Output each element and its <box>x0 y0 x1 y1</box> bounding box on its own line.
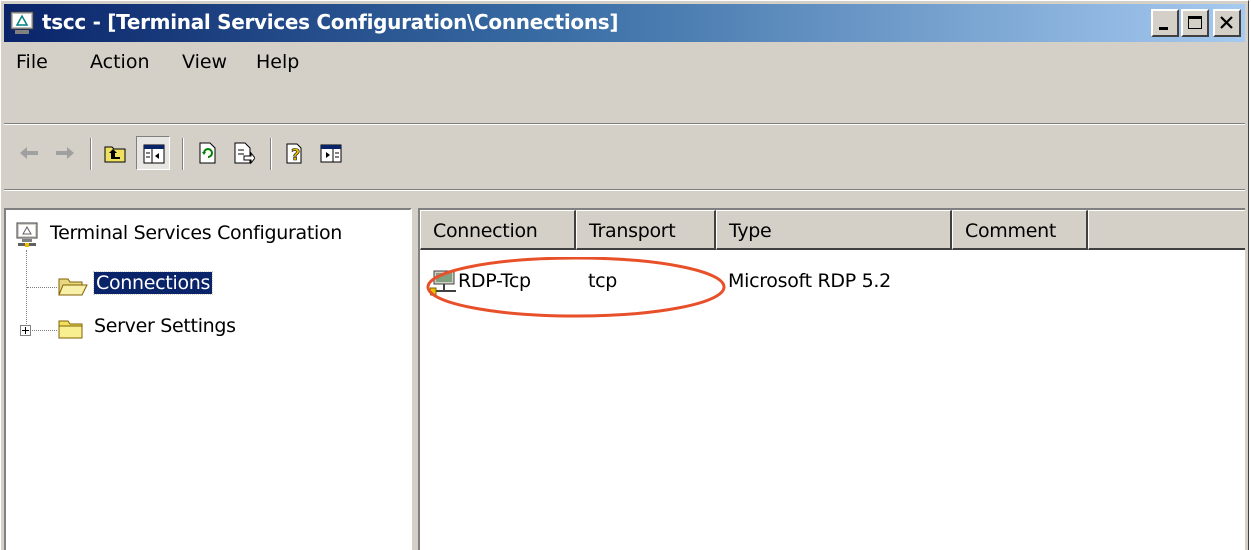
refresh-icon <box>199 142 216 164</box>
help-icon: ? <box>286 143 302 164</box>
column-header-type[interactable]: Type <box>716 210 952 250</box>
tree-item-label: Connections <box>92 271 214 295</box>
menu-bar: File Action View Help <box>4 43 1245 83</box>
highlight-ellipse <box>426 257 726 318</box>
forward-arrow-icon <box>56 147 74 159</box>
back-button[interactable] <box>12 136 46 170</box>
help-button[interactable]: ? <box>278 136 312 170</box>
maximize-button[interactable] <box>1181 9 1209 37</box>
tree-root-label: Terminal Services Configuration <box>50 222 343 244</box>
toolbar-bottom-divider <box>4 189 1245 191</box>
tree-connector-line <box>26 250 27 330</box>
menu-view[interactable]: View <box>182 51 227 73</box>
console-tree-pane[interactable]: Terminal Services Configuration Connecti… <box>4 208 412 550</box>
maximize-icon <box>1188 16 1202 29</box>
open-folder-icon <box>58 278 88 296</box>
svg-text:?: ? <box>291 145 300 164</box>
mmc-console-icon[interactable] <box>10 11 34 35</box>
back-arrow-icon <box>20 147 38 159</box>
cell-type: Microsoft RDP 5.2 <box>728 270 891 292</box>
column-header-connection[interactable]: Connection <box>420 210 576 250</box>
close-button[interactable] <box>1213 9 1241 37</box>
list-header: Connection Transport Type Comment <box>420 210 1245 250</box>
menu-help[interactable]: Help <box>256 51 299 73</box>
refresh-button[interactable] <box>190 136 224 170</box>
menu-action[interactable]: Action <box>90 51 150 73</box>
toolbar-separator <box>90 138 92 170</box>
app-window: tscc - [Terminal Services Configuration\… <box>0 0 1249 550</box>
up-one-level-icon <box>104 146 126 163</box>
caption-buttons <box>1151 9 1243 37</box>
folder-icon <box>58 320 83 339</box>
column-header-empty <box>1088 210 1245 250</box>
tree-connector-line <box>27 287 57 288</box>
show-hide-console-tree-button[interactable] <box>136 136 170 170</box>
show-hide-action-pane-icon <box>320 144 342 163</box>
export-list-icon <box>234 142 255 165</box>
close-icon <box>1220 16 1233 29</box>
menu-toolbar-divider <box>4 123 1245 125</box>
toolbar: ? <box>4 126 1245 176</box>
toolbar-separator <box>270 138 272 170</box>
show-hide-action-pane-button[interactable] <box>314 136 348 170</box>
minimize-icon <box>1159 27 1168 30</box>
forward-button[interactable] <box>48 136 82 170</box>
minimize-button[interactable] <box>1151 9 1179 37</box>
toolbar-separator <box>182 138 184 170</box>
expand-icon[interactable] <box>20 325 31 336</box>
terminal-services-icon <box>16 222 38 247</box>
tree-connector-line <box>32 330 57 331</box>
show-hide-console-tree-icon <box>143 144 165 164</box>
export-list-button[interactable] <box>226 136 260 170</box>
window-title: tscc - [Terminal Services Configuration\… <box>42 10 619 34</box>
column-header-transport[interactable]: Transport <box>576 210 716 250</box>
column-header-comment[interactable]: Comment <box>952 210 1088 250</box>
up-one-level-button[interactable] <box>98 136 132 170</box>
tree-item-label: Server Settings <box>94 315 236 337</box>
menu-file[interactable]: File <box>16 51 48 73</box>
title-bar[interactable]: tscc - [Terminal Services Configuration\… <box>4 4 1245 42</box>
